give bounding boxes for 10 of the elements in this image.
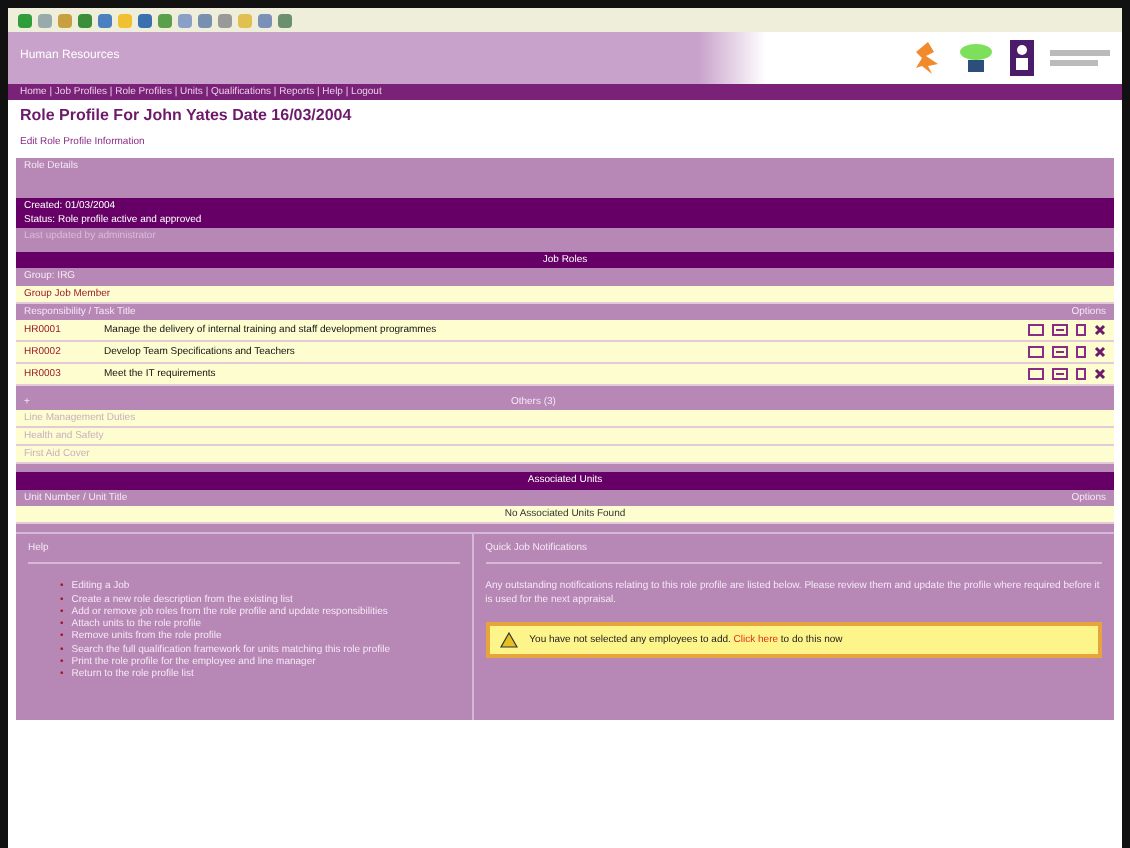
- person-logo-icon: [1010, 40, 1034, 76]
- delete-icon[interactable]: [1094, 324, 1106, 336]
- text-logo-icon: [1050, 48, 1110, 68]
- delete-icon[interactable]: [1094, 346, 1106, 358]
- view-icon[interactable]: [1052, 346, 1068, 358]
- delete-icon[interactable]: [1094, 368, 1106, 380]
- view-icon[interactable]: [1052, 324, 1068, 336]
- page-title: Role Profile For John Yates Date 16/03/2004: [18, 104, 354, 128]
- view-icon[interactable]: [1052, 368, 1068, 380]
- warning-icon: [499, 631, 518, 648]
